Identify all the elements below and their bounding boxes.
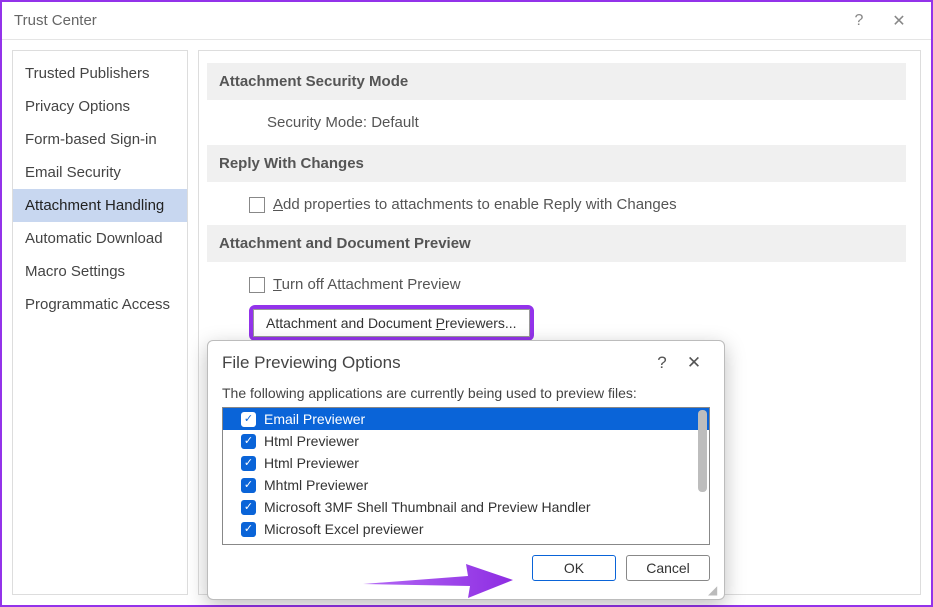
listbox-scrollbar[interactable] (698, 410, 707, 492)
list-item-label: Microsoft Excel previewer (264, 521, 424, 537)
list-item-label: Microsoft 3MF Shell Thumbnail and Previe… (264, 499, 591, 515)
sidebar-item-privacy-options[interactable]: Privacy Options (13, 90, 187, 123)
cancel-button[interactable]: Cancel (626, 555, 710, 581)
reply-changes-checkbox[interactable] (249, 197, 265, 213)
checkmark-icon[interactable]: ✓ (241, 522, 256, 537)
turn-off-preview-label: Turn off Attachment Preview (273, 276, 461, 293)
security-mode-value: Security Mode: Default (207, 110, 906, 145)
previewers-button[interactable]: Attachment and Document Previewers... (253, 309, 530, 337)
sidebar: Trusted PublishersPrivacy OptionsForm-ba… (12, 50, 188, 595)
list-item[interactable]: ✓ Html Previewer (223, 452, 709, 474)
checkmark-icon[interactable]: ✓ (241, 412, 256, 427)
list-item[interactable]: ✓ Microsoft Excel previewer (223, 518, 709, 540)
turn-off-preview-row[interactable]: Turn off Attachment Preview (207, 272, 906, 305)
sidebar-item-automatic-download[interactable]: Automatic Download (13, 222, 187, 255)
sidebar-item-email-security[interactable]: Email Security (13, 156, 187, 189)
modal-close-button[interactable]: ✕ (678, 353, 710, 373)
modal-footer: OK Cancel (222, 545, 710, 581)
sidebar-item-form-based-sign-in[interactable]: Form-based Sign-in (13, 123, 187, 156)
close-button[interactable]: ✕ (879, 11, 919, 31)
list-item-label: Email Previewer (264, 411, 365, 427)
sidebar-item-programmatic-access[interactable]: Programmatic Access (13, 288, 187, 321)
help-button[interactable]: ? (839, 12, 879, 30)
sidebar-item-attachment-handling[interactable]: Attachment Handling (13, 189, 187, 222)
titlebar: Trust Center ? ✕ (2, 2, 931, 40)
resize-grip-icon[interactable]: ◢ (708, 583, 720, 595)
section-header-security-mode: Attachment Security Mode (207, 63, 906, 100)
list-item[interactable]: ✓ Microsoft 3MF Shell Thumbnail and Previ… (223, 496, 709, 518)
file-previewing-modal: File Previewing Options ? ✕ The followin… (207, 340, 725, 600)
checkmark-icon[interactable]: ✓ (241, 434, 256, 449)
modal-help-button[interactable]: ? (646, 353, 678, 373)
reply-changes-checkbox-row[interactable]: Add properties to attachments to enable … (207, 192, 906, 225)
checkmark-icon[interactable]: ✓ (241, 478, 256, 493)
ok-button[interactable]: OK (532, 555, 616, 581)
section-header-reply-changes: Reply With Changes (207, 145, 906, 182)
sidebar-item-macro-settings[interactable]: Macro Settings (13, 255, 187, 288)
reply-changes-label: Add properties to attachments to enable … (273, 196, 677, 213)
list-item[interactable]: ✓ Html Previewer (223, 430, 709, 452)
list-item-label: Html Previewer (264, 433, 359, 449)
section-header-preview: Attachment and Document Preview (207, 225, 906, 262)
previewers-listbox[interactable]: ✓ Email Previewer ✓ Html Previewer ✓ Html Pre… (222, 407, 710, 545)
turn-off-preview-checkbox[interactable] (249, 277, 265, 293)
modal-titlebar: File Previewing Options ? ✕ (222, 353, 710, 381)
checkmark-icon[interactable]: ✓ (241, 456, 256, 471)
list-item-label: Mhtml Previewer (264, 477, 368, 493)
list-item[interactable]: ✓ Mhtml Previewer (223, 474, 709, 496)
checkmark-icon[interactable]: ✓ (241, 500, 256, 515)
window-title: Trust Center (14, 12, 97, 29)
sidebar-item-trusted-publishers[interactable]: Trusted Publishers (13, 57, 187, 90)
modal-title-text: File Previewing Options (222, 353, 401, 373)
previewers-button-highlight: Attachment and Document Previewers... (249, 305, 534, 341)
list-item-label: Html Previewer (264, 455, 359, 471)
modal-description: The following applications are currently… (222, 381, 710, 407)
list-item[interactable]: ✓ Email Previewer (223, 408, 709, 430)
